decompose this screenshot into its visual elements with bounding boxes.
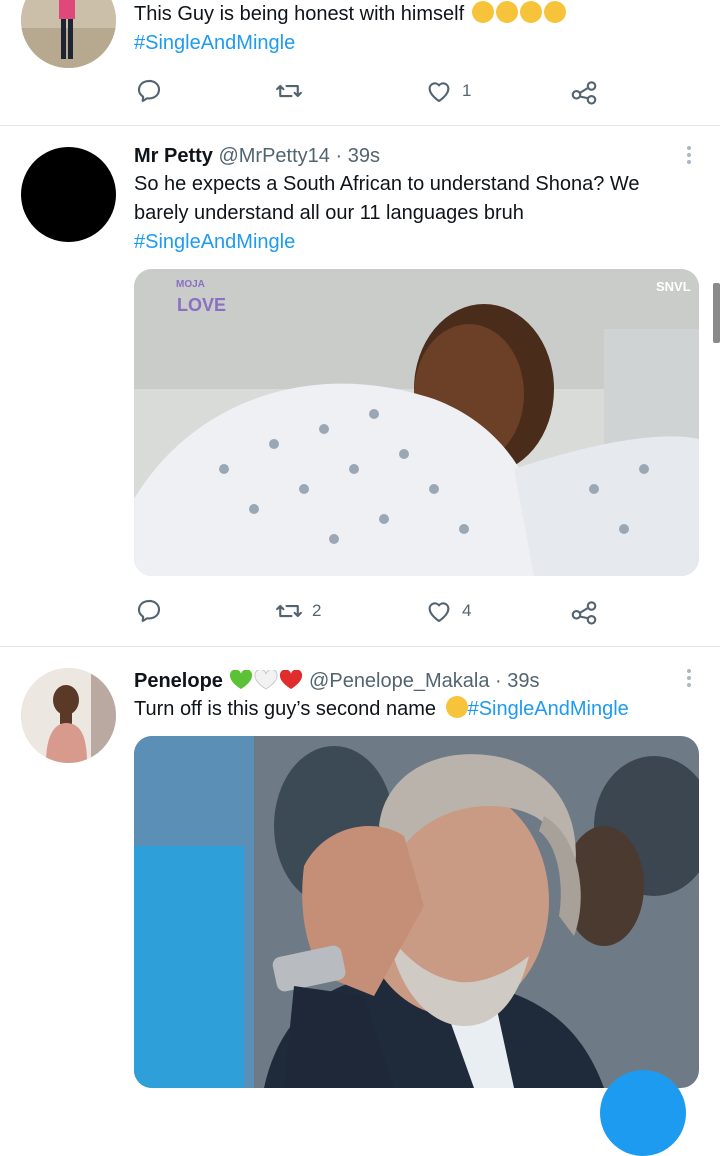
handle[interactable]: @Penelope_Makala: [309, 670, 489, 692]
tweet-3[interactable]: Penelope @Penelope_Makala · 39s Turn off…: [0, 647, 720, 1093]
timestamp: · 39s: [495, 670, 540, 692]
retweet-icon: [276, 604, 302, 618]
more-button[interactable]: [686, 146, 692, 167]
retweet-button[interactable]: 2: [274, 595, 321, 627]
hashtag-link[interactable]: #SingleAndMingle: [468, 698, 629, 720]
like-count: 4: [462, 601, 472, 620]
hashtag-link[interactable]: #SingleAndMingle: [134, 29, 698, 58]
retweet-button[interactable]: [274, 75, 304, 107]
retweet-icon: [276, 84, 302, 98]
timestamp: · 39s: [335, 145, 380, 167]
media-corner-mark: SNVL: [656, 279, 691, 294]
tweet-text: Turn off is this guy’s second name #Sing…: [134, 696, 629, 720]
tweet-1[interactable]: This Guy is being honest with himself #S…: [0, 0, 720, 125]
handle[interactable]: @MrPetty14: [218, 145, 329, 167]
tweet-text: This Guy is being honest with himself: [134, 0, 698, 29]
share-button[interactable]: [569, 75, 599, 107]
tweet-text-line: So he expects a South African to underst…: [134, 173, 640, 195]
like-button[interactable]: 4: [424, 595, 471, 627]
avatar[interactable]: [21, 0, 116, 68]
tweet-image[interactable]: [134, 736, 699, 1088]
reply-icon: [137, 599, 161, 623]
green-heart-icon: [230, 670, 253, 689]
more-icon: [687, 669, 691, 673]
more-icon-dot: [687, 676, 691, 680]
tweet-header: Mr Petty @MrPetty14 · 39s: [134, 142, 698, 170]
avatar[interactable]: [21, 668, 116, 763]
red-heart-icon: [280, 670, 303, 689]
grin-sweat-emoji: [471, 1, 494, 23]
tweet-header: Penelope @Penelope_Makala · 39s: [134, 667, 698, 695]
grin-sweat-emoji: [543, 1, 566, 23]
reply-icon: [137, 79, 161, 103]
more-icon-dot: [687, 683, 691, 687]
display-name[interactable]: Mr Petty: [134, 145, 213, 167]
grin-sweat-emoji: [495, 1, 518, 23]
avatar[interactable]: [21, 147, 116, 242]
reply-button[interactable]: [134, 595, 164, 627]
share-icon: [571, 81, 597, 105]
grin-sweat-emoji: [519, 1, 542, 23]
like-icon: [428, 82, 450, 103]
more-icon-dot: [687, 153, 691, 157]
retweet-count: 2: [312, 601, 322, 620]
reply-button[interactable]: [134, 75, 164, 107]
more-icon: [687, 146, 691, 150]
grimace-emoji: [445, 696, 468, 718]
media-logo-top: MOJA: [176, 279, 205, 290]
share-button[interactable]: [569, 595, 599, 627]
compose-tweet-button[interactable]: [600, 1070, 686, 1156]
scrollbar[interactable]: [713, 283, 720, 343]
like-icon: [428, 602, 450, 623]
white-heart-icon: [254, 670, 278, 690]
display-name[interactable]: Penelope: [134, 670, 223, 692]
media-logo-bottom: LOVE: [177, 295, 226, 315]
hashtag-link[interactable]: #SingleAndMingle: [134, 228, 698, 257]
tweet-2[interactable]: Mr Petty @MrPetty14 · 39s So he expects …: [0, 126, 720, 646]
more-icon-dot: [687, 160, 691, 164]
tweet-image[interactable]: MOJA LOVE SNVL: [134, 269, 699, 576]
tweet-text-line: barely understand all our 11 languages b…: [134, 202, 524, 224]
more-button[interactable]: [686, 669, 692, 690]
share-icon: [571, 601, 597, 625]
like-count: 1: [462, 81, 472, 100]
like-button[interactable]: 1: [424, 75, 471, 107]
